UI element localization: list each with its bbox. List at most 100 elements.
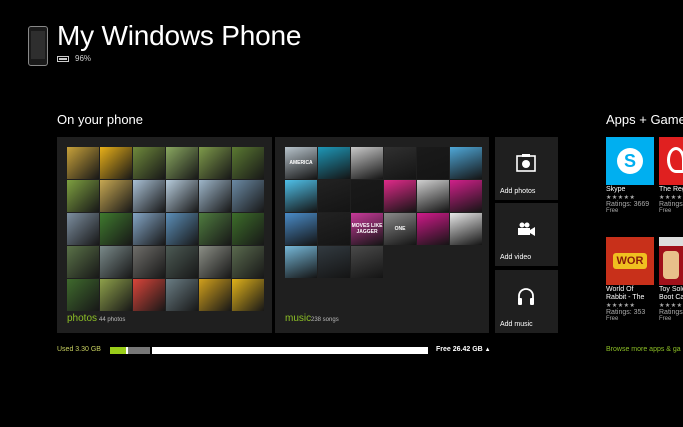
album-art-text: ONE xyxy=(394,226,406,232)
camera-icon xyxy=(516,154,536,172)
album-art xyxy=(351,180,383,212)
toy-soldiers-app-tile[interactable] xyxy=(659,237,683,285)
album-art xyxy=(318,213,350,245)
app-ratings: Ratings: 9 xyxy=(659,201,683,208)
storage-bar xyxy=(110,347,428,354)
photo-thumbnail xyxy=(133,246,165,278)
section-title: On your phone xyxy=(57,112,144,127)
album-art xyxy=(351,147,383,179)
battery-level: 96% xyxy=(75,54,92,63)
video-camera-icon xyxy=(518,222,535,236)
storage-segment-other xyxy=(128,347,150,354)
photo-thumbnail xyxy=(67,147,99,179)
photos-label: photos xyxy=(67,313,98,324)
album-art xyxy=(450,147,482,179)
music-tile[interactable]: AMERICA MOVES LIKE JAGGER ONE music 238 so… xyxy=(275,137,489,333)
app-name: World Of xyxy=(606,286,634,293)
music-label: music xyxy=(285,313,312,324)
app-name-line2: Boot Ca xyxy=(659,294,683,301)
storage-segment-apps xyxy=(110,347,126,354)
photo-thumbnail xyxy=(100,180,132,212)
album-art xyxy=(384,147,416,179)
apps-games-title[interactable]: Apps + Games xyxy=(606,112,683,127)
app-ratings: Ratings: 3669 xyxy=(606,201,650,208)
photo-thumbnail xyxy=(232,279,264,311)
photo-thumbnail xyxy=(100,213,132,245)
photo-thumbnail xyxy=(199,180,231,212)
photo-thumbnail xyxy=(166,180,198,212)
add-photos-label: Add photos xyxy=(500,188,536,195)
photos-tile[interactable]: photos 44 photos xyxy=(57,137,272,333)
add-video-button[interactable]: Add video xyxy=(495,203,558,266)
photo-thumbnail xyxy=(199,246,231,278)
browse-apps-link[interactable]: Browse more apps & ga xyxy=(606,346,681,353)
page-title: My Windows Phone xyxy=(57,20,302,51)
album-art xyxy=(417,213,449,245)
add-video-label: Add video xyxy=(500,254,532,261)
storage-segment-divider xyxy=(150,347,152,354)
album-art xyxy=(417,147,449,179)
album-art xyxy=(450,213,482,245)
app-price: Free xyxy=(606,208,619,214)
photo-thumbnail xyxy=(166,246,198,278)
app-name-line2: Rabbit - The xyxy=(606,294,645,301)
album-art: ONE xyxy=(384,213,416,245)
album-art xyxy=(318,147,350,179)
photo-thumbnail xyxy=(199,213,231,245)
storage-free-label[interactable]: Free 26.42 GB ▲ xyxy=(436,346,491,353)
photo-thumbnail xyxy=(232,213,264,245)
world-of-rabbit-app-tile[interactable]: WOR xyxy=(606,237,654,285)
app-price: Free xyxy=(659,316,672,322)
photo-thumbnail xyxy=(100,147,132,179)
album-art xyxy=(285,213,317,245)
storage-free-text: Free 26.42 GB xyxy=(436,346,483,353)
album-art-grid: AMERICA MOVES LIKE JAGGER ONE xyxy=(285,147,482,278)
app-name: Skype xyxy=(606,186,626,193)
the-reg-app-tile[interactable] xyxy=(659,137,683,185)
skype-app-tile[interactable]: S xyxy=(606,137,654,185)
world-of-rabbit-app-info: World Of Rabbit - The ★★★★★ Ratings: 353… xyxy=(606,286,656,322)
app-price: Free xyxy=(659,208,672,214)
headphones-icon xyxy=(518,288,534,305)
album-art xyxy=(285,180,317,212)
photo-thumbnail xyxy=(67,180,99,212)
world-of-rabbit-icon: WOR xyxy=(606,237,654,285)
expand-arrow-icon: ▲ xyxy=(484,347,491,353)
toy-soldiers-app-info: Toy Sold Boot Ca ★★★★★ Ratings: 1 Free xyxy=(659,286,683,322)
app-stars: ★★★★★ xyxy=(606,303,636,309)
skype-app-info: Skype ★★★★★ Ratings: 3669 Free xyxy=(606,186,656,214)
album-art xyxy=(318,246,350,278)
photo-thumbnail xyxy=(133,147,165,179)
photo-thumbnail xyxy=(199,147,231,179)
phone-icon xyxy=(28,26,48,66)
photo-thumbnail xyxy=(100,279,132,311)
app-stars: ★★★★★ xyxy=(659,303,683,309)
album-art xyxy=(351,246,383,278)
photo-thumbnail xyxy=(133,180,165,212)
photo-thumbnail xyxy=(67,279,99,311)
photos-count: 44 photos xyxy=(99,317,126,323)
add-photos-button[interactable]: Add photos xyxy=(495,137,558,200)
album-art xyxy=(450,180,482,212)
the-register-icon xyxy=(659,137,683,185)
photo-thumbnail xyxy=(166,279,198,311)
photo-thumbnail xyxy=(67,213,99,245)
photo-thumbnail xyxy=(100,246,132,278)
photo-thumbnail xyxy=(199,279,231,311)
the-reg-app-info: The Reg ★★★★★ Ratings: 9 Free xyxy=(659,186,683,214)
album-art-text: AMERICA xyxy=(289,160,313,166)
album-art xyxy=(285,246,317,278)
app-price: Free xyxy=(606,316,619,322)
album-art: MOVES LIKE JAGGER xyxy=(351,213,383,245)
add-music-label: Add music xyxy=(500,321,533,328)
music-count: 238 songs xyxy=(311,317,339,323)
album-art xyxy=(417,180,449,212)
app-name: Toy Sold xyxy=(659,286,683,293)
app-stars: ★★★★★ xyxy=(659,195,683,201)
album-art xyxy=(318,180,350,212)
add-music-button[interactable]: Add music xyxy=(495,270,558,333)
app-ratings: Ratings: 353 xyxy=(606,309,646,316)
photo-thumbnail xyxy=(133,213,165,245)
skype-icon: S xyxy=(606,137,654,185)
album-art: AMERICA xyxy=(285,147,317,179)
